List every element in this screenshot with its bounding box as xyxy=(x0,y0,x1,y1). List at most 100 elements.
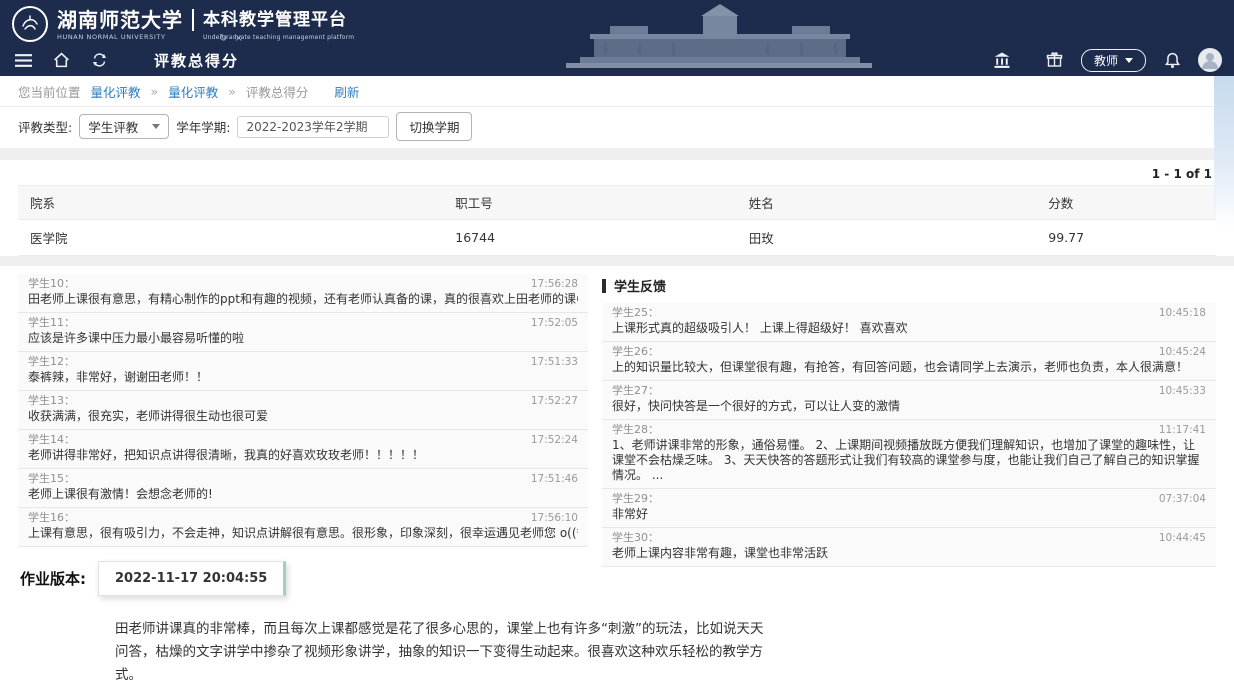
footer-comment-text: 田老师讲课真的非常棒，而且每次上课都感觉是花了很多心思的，课堂上也有许多“刺激”… xyxy=(115,618,770,687)
platform-name-cn: 本科教学管理平台 xyxy=(203,8,354,32)
comment-text: 老师讲得非常好，把知识点讲得很清晰，我真的好喜欢玫玫老师！！！！！ xyxy=(28,448,578,463)
pagination-info: 1 - 1 of 1 xyxy=(0,160,1234,185)
comment-author: 学生26： xyxy=(612,345,659,359)
col-header-department: 院系 xyxy=(18,186,443,220)
homework-version-row: 作业版本: 2022-11-17 20:04:55 xyxy=(20,561,588,596)
eval-type-selected-value: 学生评教 xyxy=(88,117,138,136)
breadcrumb-refresh-link[interactable]: 刷新 xyxy=(334,82,359,101)
comment-author: 学生12： xyxy=(28,355,75,369)
nav-right: 教师 xyxy=(991,48,1222,72)
comment-item: 学生10：17:56:28 田老师上课很有意思，有精心制作的ppt和有趣的视频，… xyxy=(18,274,588,313)
comment-time: 17:52:24 xyxy=(531,433,578,447)
comment-author: 学生11： xyxy=(28,316,75,330)
comment-text: 上课有意思，很有吸引力，不会走神，知识点讲解很有意思。很形象，印象深刻，很幸运遇… xyxy=(28,526,578,541)
comment-item: 学生13： 17:52:27 收获满满，很充实，老师讲得很生动也很可爱 xyxy=(18,391,588,430)
filter-bar: 评教类型: 学生评教 学年学期: 切换学期 xyxy=(0,107,1234,148)
refresh-sync-icon[interactable] xyxy=(88,49,110,71)
table-row[interactable]: 医学院 16744 田玫 99.77 xyxy=(18,220,1216,256)
comment-author: 学生10： xyxy=(28,277,75,291)
comment-item: 学生25：10:45:18 上课形式真的超级吸引人！ 上课上得超级好！ 喜欢喜欢 xyxy=(602,303,1216,342)
tab-refresh-icon[interactable]: ↻ xyxy=(219,33,229,44)
comment-item: 学生16： 17:56:10 上课有意思，很有吸引力，不会走神，知识点讲解很有意思… xyxy=(18,508,588,547)
comment-text: 泰裤辣，非常好，谢谢田老师！！ xyxy=(28,370,578,385)
role-dropdown-label: 教师 xyxy=(1094,52,1118,69)
comment-time: 17:56:10 xyxy=(531,511,578,525)
comment-list-right: 学生25：10:45:18 上课形式真的超级吸引人！ 上课上得超级好！ 喜欢喜欢… xyxy=(602,303,1216,567)
chevron-down-icon xyxy=(152,124,160,129)
breadcrumb: 您当前位置 量化评教 » 量化评教 » 评教总得分 刷新 xyxy=(0,76,1234,107)
comment-author: 学生27： xyxy=(612,384,659,398)
bell-icon[interactable] xyxy=(1161,49,1183,71)
homework-version-value[interactable]: 2022-11-17 20:04:55 xyxy=(98,561,286,596)
table-header-row: 院系 职工号 姓名 分数 xyxy=(18,186,1216,220)
feedback-panel: 学生反馈 学生25：10:45:18 上课形式真的超级吸引人！ 上课上得超级好！… xyxy=(602,274,1216,567)
switch-term-button[interactable]: 切换学期 xyxy=(396,112,472,141)
comment-text: 上课形式真的超级吸引人！ 上课上得超级好！ 喜欢喜欢 xyxy=(612,321,1206,336)
comment-time: 10:44:45 xyxy=(1159,531,1206,545)
cell-name: 田玫 xyxy=(737,220,1037,256)
eval-type-label: 评教类型: xyxy=(18,117,72,136)
comment-time: 07:37:04 xyxy=(1159,492,1206,506)
cell-department: 医学院 xyxy=(18,220,443,256)
scores-panel: 1 - 1 of 1 院系 职工号 姓名 分数 医学院 16744 田玫 99.… xyxy=(0,160,1234,256)
breadcrumb-prefix: 您当前位置 xyxy=(18,82,81,101)
comment-item: 学生15：17:51:46 老师上课很有激情！会想念老师的! xyxy=(18,469,588,508)
comment-item: 学生30：10:44:45 老师上课内容非常有趣，课堂也非常活跃 xyxy=(602,528,1216,567)
section-gap xyxy=(0,256,1234,266)
comment-item: 学生28：11:17:41 1、老师讲课非常的形象，通俗易懂。 2、上课期间视频… xyxy=(602,420,1216,489)
term-input[interactable] xyxy=(237,116,389,138)
comment-list-left: 学生10：17:56:28 田老师上课很有意思，有精心制作的ppt和有趣的视频，… xyxy=(18,274,588,596)
university-logo xyxy=(12,6,48,42)
comment-time: 17:52:27 xyxy=(531,394,578,408)
comment-text: 很好，快问快答是一个很好的方式，可以让人变的激情 xyxy=(612,399,1206,414)
breadcrumb-separator: » xyxy=(228,84,236,99)
section-gap xyxy=(0,148,1234,160)
comment-author: 学生29： xyxy=(612,492,659,506)
role-dropdown[interactable]: 教师 xyxy=(1081,49,1146,72)
nav-row: ↻ × 评教总得分 教师 xyxy=(0,44,1234,76)
university-name-cn: 湖南师范大学 xyxy=(57,8,183,32)
breadcrumb-current: 评教总得分 xyxy=(246,82,309,101)
eval-type-select[interactable]: 学生评教 xyxy=(79,114,169,139)
breadcrumb-link-quantified-eval-1[interactable]: 量化评教 xyxy=(91,82,141,101)
comment-author: 学生16： xyxy=(28,511,75,525)
comment-item: 学生27：10:45:33 很好，快问快答是一个很好的方式，可以让人变的激情 xyxy=(602,381,1216,420)
col-header-name: 姓名 xyxy=(737,186,1037,220)
comment-text: 收获满满，很充实，老师讲得很生动也很可爱 xyxy=(28,409,578,424)
gift-icon[interactable] xyxy=(1044,49,1066,71)
tab-close-icon[interactable]: × xyxy=(235,33,245,44)
comment-author: 学生13： xyxy=(28,394,75,408)
brand-text: 湖南师范大学 HUNAN NORMAL UNIVERSITY 本科教学管理平台 … xyxy=(57,8,354,41)
cell-score: 99.77 xyxy=(1036,220,1216,256)
comment-item: 学生11：17:52:05 应该是许多课中压力最小最容易听懂的啦 xyxy=(18,313,588,352)
page-title-wrap: ↻ × 评教总得分 xyxy=(154,50,239,71)
comment-time: 17:56:28 xyxy=(531,277,578,291)
page-title: 评教总得分 xyxy=(154,52,239,70)
comment-author: 学生30： xyxy=(612,531,659,545)
comment-time: 17:51:33 xyxy=(531,355,578,369)
col-header-score: 分数 xyxy=(1036,186,1216,220)
institution-icon[interactable] xyxy=(991,49,1013,71)
comment-time: 11:17:41 xyxy=(1159,423,1206,437)
university-name-en: HUNAN NORMAL UNIVERSITY xyxy=(57,33,183,41)
comment-author: 学生28： xyxy=(612,423,659,437)
comment-time: 10:45:24 xyxy=(1159,345,1206,359)
comment-text: 非常好 xyxy=(612,507,1206,522)
comment-item: 学生12： 17:51:33 泰裤辣，非常好，谢谢田老师！！ xyxy=(18,352,588,391)
comment-item: 学生29： 07:37:04 非常好 xyxy=(602,489,1216,528)
menu-icon[interactable] xyxy=(12,49,34,71)
term-label: 学年学期: xyxy=(176,117,230,136)
brand: 湖南师范大学 HUNAN NORMAL UNIVERSITY 本科教学管理平台 … xyxy=(12,6,354,42)
comment-time: 10:45:18 xyxy=(1159,306,1206,320)
app-header: 湖南师范大学 HUNAN NORMAL UNIVERSITY 本科教学管理平台 … xyxy=(0,0,1234,76)
brand-divider xyxy=(192,9,194,31)
home-icon[interactable] xyxy=(50,49,72,71)
avatar[interactable] xyxy=(1198,48,1222,72)
caret-down-icon xyxy=(1125,58,1133,63)
breadcrumb-link-quantified-eval-2[interactable]: 量化评教 xyxy=(168,82,218,101)
comment-time: 17:52:05 xyxy=(531,316,578,330)
comment-time: 17:51:46 xyxy=(531,472,578,486)
university-seal-icon xyxy=(18,12,42,36)
comment-item: 学生14：17:52:24 老师讲得非常好，把知识点讲得很清晰，我真的好喜欢玫玫… xyxy=(18,430,588,469)
user-icon xyxy=(1198,48,1222,72)
